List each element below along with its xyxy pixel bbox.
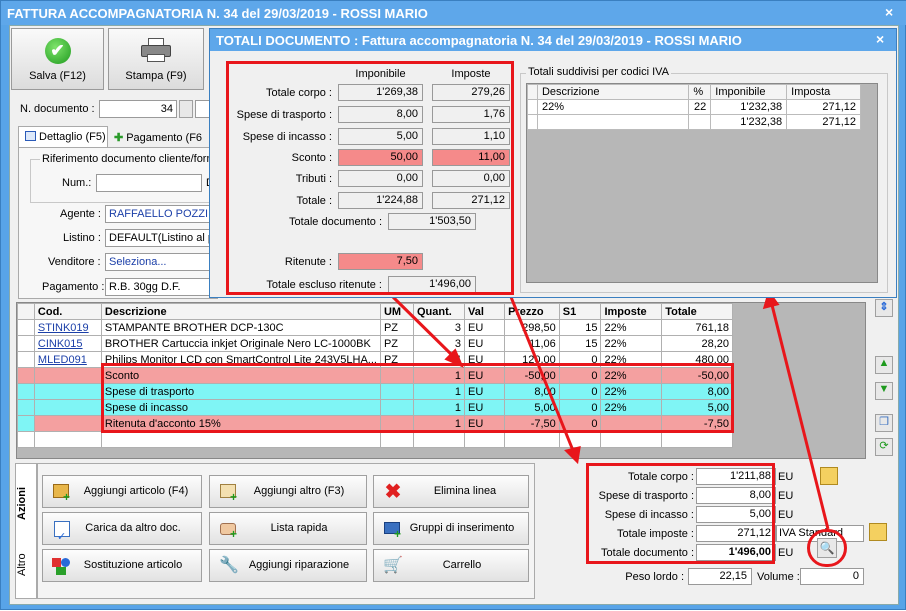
arrow-line <box>509 296 576 454</box>
main-window: FATTURA ACCOMPAGNATORIA N. 34 del 29/03/… <box>0 0 906 610</box>
iva-selector-header <box>527 84 538 100</box>
iva-pct <box>688 114 712 130</box>
dialog-title: TOTALI DOCUMENTO : Fattura accompagnator… <box>216 33 742 48</box>
iva-selector <box>527 114 538 130</box>
dialog-titlebar: TOTALI DOCUMENTO : Fattura accompagnator… <box>210 29 896 51</box>
arrowhead <box>564 445 581 465</box>
iva-col-header[interactable]: % <box>688 84 712 100</box>
totals-dialog: TOTALI DOCUMENTO : Fattura accompagnator… <box>209 28 897 298</box>
dialog-close-icon[interactable]: × <box>876 31 884 47</box>
iva-legend: Totali suddivisi per codici IVA <box>526 66 672 78</box>
iva-col-header[interactable]: Imponibile <box>710 84 788 100</box>
iva-imposta: 271,12 <box>786 114 861 130</box>
iva-row[interactable]: 22% 22 1'232,38 271,12 <box>527 99 861 115</box>
iva-imponibile: 1'232,38 <box>710 114 788 130</box>
iva-imposta: 271,12 <box>786 99 861 115</box>
iva-col-header[interactable]: Imposta <box>786 84 861 100</box>
iva-desc <box>536 114 690 130</box>
iva-total-row: 1'232,38 271,12 <box>527 114 861 130</box>
iva-desc: 22% <box>536 99 690 115</box>
iva-col-header[interactable]: Descrizione <box>536 84 690 100</box>
highlight-frame-dialog <box>226 61 514 295</box>
arrow-line <box>769 300 830 530</box>
iva-imponibile: 1'232,38 <box>710 99 788 115</box>
iva-selector[interactable] <box>527 99 538 115</box>
iva-grid: Descrizione % Imponibile Imposta 22% 22 … <box>526 83 878 283</box>
arrow-line <box>391 295 458 361</box>
iva-pct: 22 <box>688 99 712 115</box>
iva-header-row: Descrizione % Imponibile Imposta <box>527 84 861 100</box>
